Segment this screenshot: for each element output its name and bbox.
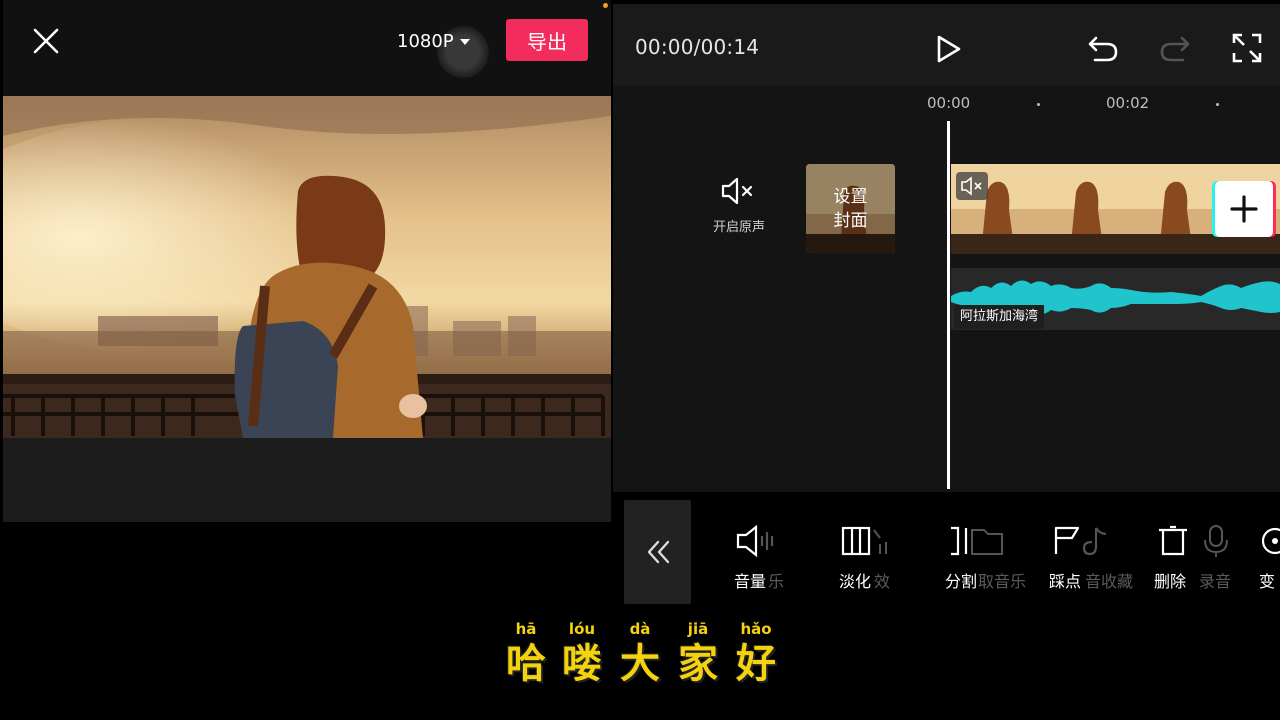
tool-label: 分割 bbox=[945, 572, 978, 591]
timecode: 00:00/00:14 bbox=[635, 35, 760, 59]
subtitle-pinyin: lóu bbox=[568, 620, 596, 638]
set-cover-button[interactable]: 设置 封面 bbox=[806, 164, 895, 253]
subtitle-pinyin: dà bbox=[629, 620, 651, 638]
preview-top-bar: 1080P 导出 bbox=[3, 0, 611, 96]
fade-tool[interactable]: 淡化 效 bbox=[836, 518, 926, 594]
undo-icon bbox=[1088, 36, 1118, 62]
subtitle-hanzi: 好 bbox=[736, 641, 776, 687]
volume-tool[interactable]: 音量 乐 bbox=[730, 518, 820, 594]
tool-label: 淡化 bbox=[839, 572, 872, 591]
ruler-dot bbox=[1216, 103, 1219, 106]
speaker-muted-icon bbox=[961, 176, 982, 196]
subtitle-char: dà 大 bbox=[612, 620, 668, 686]
video-thumbnail bbox=[1129, 164, 1218, 254]
unmute-label: 开启原声 bbox=[712, 220, 765, 235]
play-icon bbox=[937, 35, 961, 63]
split-tool[interactable]: 分割 取音乐 bbox=[942, 518, 1032, 594]
ruler-tick: 00:00 bbox=[927, 94, 971, 112]
preview-pane: 1080P 导出 bbox=[3, 0, 611, 522]
delete-tool[interactable]: 删除 录音 bbox=[1154, 518, 1244, 594]
subtitle-char: hǎo 好 bbox=[728, 620, 784, 686]
video-preview[interactable] bbox=[3, 96, 611, 438]
redo-button[interactable] bbox=[1159, 32, 1191, 64]
tool-label: 踩点 bbox=[1049, 572, 1082, 591]
delete-icon bbox=[1159, 525, 1228, 557]
volume-icon bbox=[736, 524, 774, 558]
subtitle-char: jiā 家 bbox=[670, 620, 726, 686]
speed-tool[interactable]: 变 bbox=[1258, 518, 1280, 594]
subtitle-hanzi: 哈 bbox=[506, 641, 546, 687]
fade-icon bbox=[841, 526, 887, 556]
subtitle-hanzi: 喽 bbox=[562, 641, 602, 687]
fullscreen-icon bbox=[1232, 33, 1262, 63]
subtitle-hanzi: 家 bbox=[678, 641, 718, 687]
subtitle-char: hā 哈 bbox=[498, 620, 554, 686]
tool-ghost-label: 音收藏 bbox=[1085, 572, 1134, 591]
subtitle-pinyin: hā bbox=[515, 620, 537, 638]
dropdown-triangle-icon bbox=[459, 39, 470, 45]
close-icon bbox=[33, 28, 59, 54]
ruler-dot bbox=[1037, 103, 1040, 106]
double-chevron-left-icon bbox=[647, 540, 669, 564]
subtitle-char: lóu 喽 bbox=[554, 620, 610, 686]
subtitle-hanzi: 大 bbox=[620, 641, 660, 687]
ruler-tick: 00:02 bbox=[1106, 94, 1150, 112]
cover-label: 设置 封面 bbox=[806, 164, 895, 253]
audio-track-name: 阿拉斯加海湾 bbox=[954, 305, 1045, 329]
tool-label: 变 bbox=[1259, 572, 1276, 591]
tool-label: 删除 bbox=[1154, 572, 1187, 591]
undo-button[interactable] bbox=[1087, 32, 1119, 64]
subtitle-caption: hā 哈 lóu 喽 dà 大 jiā 家 hǎo 好 bbox=[498, 620, 788, 690]
redo-icon bbox=[1160, 36, 1190, 62]
tool-ghost-label: 录音 bbox=[1199, 572, 1232, 591]
tool-ghost-label: 乐 bbox=[768, 572, 785, 591]
video-thumbnail bbox=[1040, 164, 1129, 254]
speed-icon bbox=[1261, 527, 1280, 555]
unmute-original-audio-button[interactable]: 开启原声 bbox=[704, 176, 774, 246]
playhead[interactable] bbox=[947, 121, 950, 489]
clip-mute-badge[interactable] bbox=[956, 172, 988, 200]
split-icon bbox=[951, 526, 1003, 556]
resolution-dropdown[interactable]: 1080P bbox=[387, 22, 485, 60]
collapse-toolbar-button[interactable] bbox=[624, 500, 691, 604]
tool-ghost-label: 效 bbox=[874, 572, 891, 591]
close-button[interactable] bbox=[29, 24, 63, 58]
status-dot bbox=[603, 3, 608, 8]
plus-icon bbox=[1230, 195, 1258, 223]
play-button[interactable] bbox=[935, 34, 963, 64]
tool-ghost-label: 取音乐 bbox=[978, 572, 1027, 591]
beat-tool[interactable]: 踩点 音收藏 bbox=[1048, 518, 1138, 594]
fullscreen-button[interactable] bbox=[1231, 32, 1263, 64]
resolution-label: 1080P bbox=[397, 30, 454, 52]
add-clip-button[interactable] bbox=[1215, 181, 1273, 237]
export-button[interactable]: 导出 bbox=[506, 19, 588, 61]
speaker-muted-icon bbox=[721, 177, 753, 205]
flag-icon bbox=[1054, 526, 1107, 556]
subtitle-pinyin: hǎo bbox=[740, 620, 772, 638]
editor-top-bar: 00:00/00:14 bbox=[613, 4, 1280, 86]
subtitle-pinyin: jiā bbox=[687, 620, 709, 638]
tool-label: 音量 bbox=[734, 572, 767, 591]
